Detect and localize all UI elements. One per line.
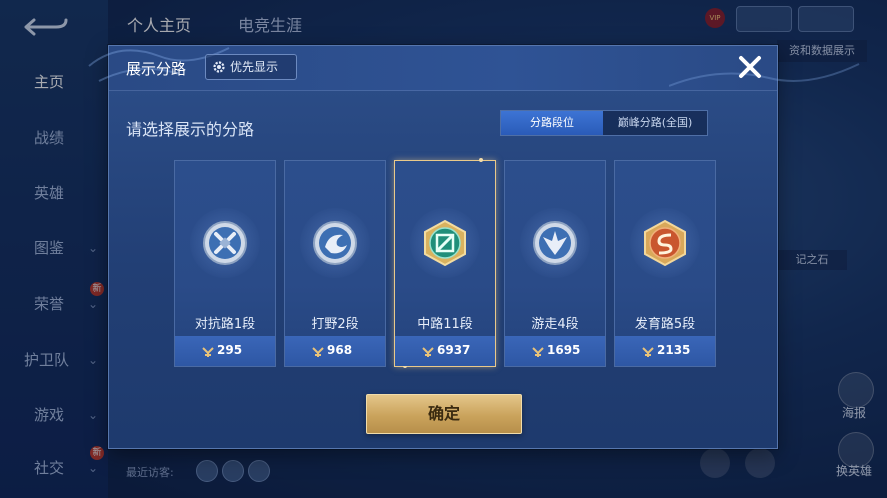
lane-card-mid[interactable]: 中路11段 6937 [394,158,496,368]
rank-points-icon [642,347,654,357]
score-bar: 968 [285,336,385,366]
swirl-decoration-icon [669,63,860,87]
lane-card-jungle[interactable]: 打野2段 968 [284,160,386,367]
dialog-header: 展示分路 优先显示 [88,46,860,91]
lane-score: 968 [327,343,353,357]
corner-dot [479,158,483,162]
roam-emblem-icon [533,221,577,265]
score-bar: 295 [175,336,275,366]
tab-lane-rank[interactable]: 分路段位 [501,111,603,135]
score-bar: 1695 [505,336,605,366]
score-bar: 2135 [615,336,715,366]
select-lane-prompt: 请选择展示的分路 [126,120,255,139]
clash-lane-emblem-icon [203,221,247,265]
rank-points-icon [312,347,324,357]
lane-label: 中路11段 [417,317,473,332]
rank-points-icon [532,347,544,357]
gear-icon [213,61,225,73]
lane-display-dialog: 展示分路 优先显示 请选择展示的分路 分路段位 巅峰分路(全国) 对抗路1段 2… [88,45,860,449]
confirm-button[interactable]: 确定 [366,394,522,434]
lane-label: 游走4段 [531,317,579,332]
tab-peak-lane-national[interactable]: 巅峰分路(全国) [603,111,707,135]
close-icon[interactable] [733,50,767,84]
lane-card-roam[interactable]: 游走4段 1695 [504,160,606,367]
lane-score: 6937 [437,343,471,357]
lane-score: 295 [217,343,243,357]
dialog-title: 展示分路 [126,60,187,78]
farm-lane-emblem-icon [644,219,686,267]
mid-lane-emblem-icon [424,219,466,267]
score-bar: 6937 [395,336,495,366]
priority-display-button[interactable]: 优先显示 [205,54,297,80]
lane-label: 发育路5段 [634,317,696,332]
lane-label: 对抗路1段 [194,317,256,332]
lane-label: 打野2段 [311,317,359,332]
lane-score: 2135 [657,343,691,357]
lane-type-toggle: 分路段位 巅峰分路(全国) [500,110,708,136]
jungle-emblem-icon [313,221,357,265]
lane-card-clash[interactable]: 对抗路1段 295 [174,160,276,367]
lane-card-farm[interactable]: 发育路5段 2135 [614,160,716,367]
rank-points-icon [202,347,214,357]
lane-score: 1695 [547,343,581,357]
rank-points-icon [422,347,434,357]
